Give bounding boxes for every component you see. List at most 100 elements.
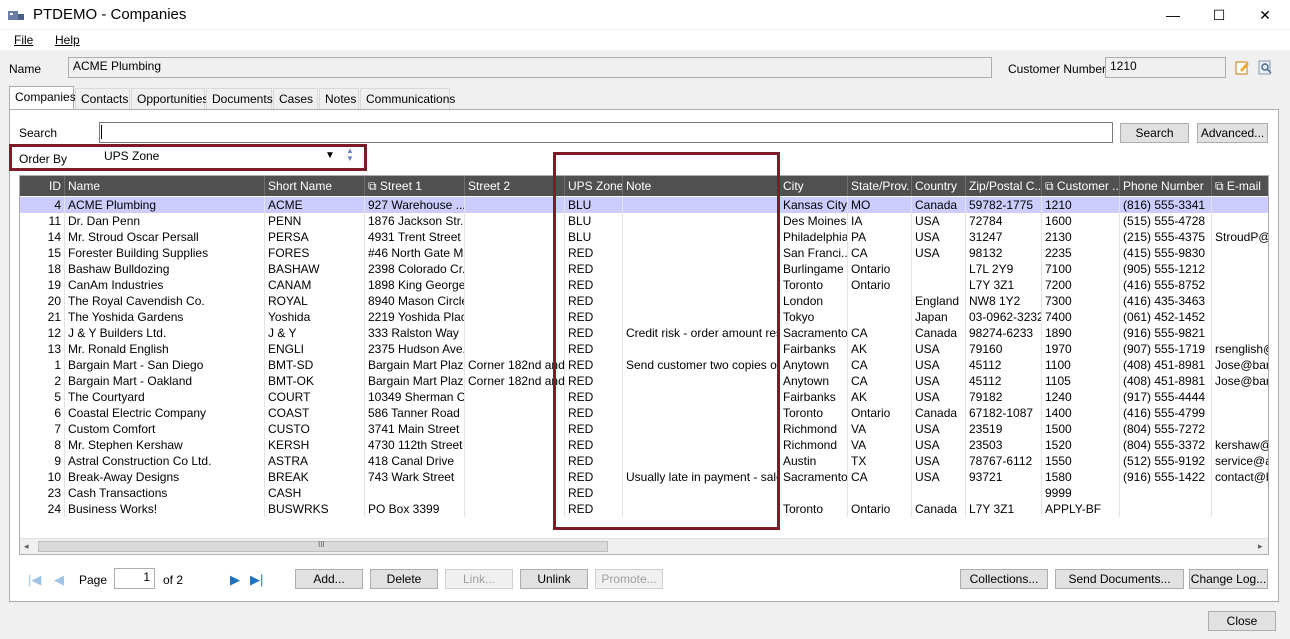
cell-phone: (816) 555-3341: [1120, 197, 1212, 213]
cell-street1: 2375 Hudson Ave...: [365, 341, 465, 357]
column-header-country[interactable]: Country: [912, 176, 966, 196]
menu-file[interactable]: File: [14, 33, 33, 47]
cell-street1: 3741 Main Street: [365, 421, 465, 437]
cell-customer-number: 1890: [1042, 325, 1120, 341]
menu-bar: [0, 30, 1290, 50]
cell-email: [1212, 197, 1268, 213]
cell-state: CA: [848, 245, 912, 261]
sort-direction-icon[interactable]: ▲ ▼: [346, 147, 354, 163]
change-log-button[interactable]: Change Log...: [1189, 569, 1268, 589]
cell-street1: 8940 Mason Circle: [365, 293, 465, 309]
cell-email: [1212, 245, 1268, 261]
column-header-short-name[interactable]: Short Name: [265, 176, 365, 196]
send-documents-button[interactable]: Send Documents...: [1055, 569, 1184, 589]
minimize-button[interactable]: —: [1150, 0, 1196, 30]
ups-zone-note-highlight: [553, 152, 780, 530]
column-header-zip[interactable]: Zip/Postal C...: [966, 176, 1042, 196]
column-header-label: Phone Number: [1123, 179, 1204, 193]
cell-country: [912, 261, 966, 277]
column-header-name[interactable]: Name: [65, 176, 265, 196]
cell-country: USA: [912, 453, 966, 469]
prev-page-icon[interactable]: ◀: [54, 572, 64, 588]
cell-street2: [465, 437, 565, 453]
maximize-button[interactable]: ☐: [1196, 0, 1242, 30]
tab-communications[interactable]: Communications: [360, 88, 455, 109]
cell-phone: (416) 555-4799: [1120, 405, 1212, 421]
cell-email: service@as: [1212, 453, 1268, 469]
next-page-icon[interactable]: ▶: [230, 572, 240, 588]
cell-state: [848, 293, 912, 309]
cell-country: USA: [912, 213, 966, 229]
cell-state: CA: [848, 373, 912, 389]
column-header-state[interactable]: State/Prov.: [848, 176, 912, 196]
cell-zip: 72784: [966, 213, 1042, 229]
cell-id: 23: [20, 485, 65, 501]
column-header-id[interactable]: ID: [20, 176, 65, 196]
advanced-search-button[interactable]: Advanced...: [1197, 123, 1268, 143]
scroll-right-icon[interactable]: ▸: [1258, 541, 1263, 552]
cell-state: [848, 485, 912, 501]
cell-customer-number: 1100: [1042, 357, 1120, 373]
name-field[interactable]: ACME Plumbing: [68, 57, 992, 78]
cell-state: [848, 309, 912, 325]
column-header-street2[interactable]: Street 2: [465, 176, 565, 196]
tab-opportunities[interactable]: Opportunities: [131, 88, 208, 109]
column-header-street1[interactable]: ⧉ Street 1: [365, 176, 465, 196]
horizontal-scrollbar[interactable]: ◂ III ▸: [20, 538, 1268, 554]
cell-email: contact@b: [1212, 469, 1268, 485]
cell-id: 9: [20, 453, 65, 469]
search-button[interactable]: Search: [1120, 123, 1189, 143]
order-by-select[interactable]: UPS Zone: [99, 148, 339, 167]
cell-street1: PO Box 3399: [365, 501, 465, 517]
column-header-label: Name: [68, 179, 101, 193]
column-header-phone[interactable]: Phone Number: [1120, 176, 1212, 196]
close-button[interactable]: Close: [1208, 611, 1276, 631]
page-count: of 2: [163, 573, 184, 587]
column-header-email[interactable]: ⧉ E-mail: [1212, 176, 1268, 196]
cell-customer-number: 1580: [1042, 469, 1120, 485]
search-input[interactable]: [99, 122, 1113, 143]
customer-number-field[interactable]: 1210: [1105, 57, 1226, 78]
cell-street1: #46 North Gate M...: [365, 245, 465, 261]
cell-street1: 418 Canal Drive: [365, 453, 465, 469]
chevron-down-icon[interactable]: ▼: [325, 150, 335, 161]
last-page-icon[interactable]: ▶|: [250, 572, 263, 588]
cell-country: USA: [912, 389, 966, 405]
unlink-button[interactable]: Unlink: [520, 569, 588, 589]
cell-state: VA: [848, 421, 912, 437]
cell-short-name: PERSA: [265, 229, 365, 245]
cell-country: USA: [912, 437, 966, 453]
cell-phone: (512) 555-9192: [1120, 453, 1212, 469]
scroll-left-icon[interactable]: ◂: [24, 541, 29, 552]
cell-phone: (804) 555-7272: [1120, 421, 1212, 437]
tab-documents[interactable]: Documents: [206, 88, 273, 109]
edit-note-icon[interactable]: [1235, 60, 1250, 75]
delete-button[interactable]: Delete: [370, 569, 438, 589]
add-button[interactable]: Add...: [295, 569, 363, 589]
cell-street1: 4931 Trent Street: [365, 229, 465, 245]
cell-country: USA: [912, 373, 966, 389]
first-page-icon[interactable]: |◀: [28, 572, 41, 588]
cell-city: Anytown: [780, 373, 848, 389]
column-header-customer-number[interactable]: ⧉ Customer ...: [1042, 176, 1120, 196]
collections-button[interactable]: Collections...: [960, 569, 1048, 589]
menu-help[interactable]: Help: [55, 33, 80, 47]
column-header-city[interactable]: City: [780, 176, 848, 196]
tab-notes[interactable]: Notes: [319, 88, 359, 109]
name-label: Name: [9, 62, 42, 76]
cell-phone: (061) 452-1452: [1120, 309, 1212, 325]
link-button[interactable]: Link...: [445, 569, 513, 589]
tab-companies[interactable]: Companies: [9, 86, 76, 110]
cell-customer-number: 7200: [1042, 277, 1120, 293]
close-window-button[interactable]: ✕: [1242, 0, 1288, 30]
page-number-input[interactable]: 1: [114, 568, 155, 589]
cell-street2: [465, 245, 565, 261]
promote-button[interactable]: Promote...: [595, 569, 663, 589]
cell-country: USA: [912, 469, 966, 485]
cell-email: [1212, 213, 1268, 229]
tab-contacts[interactable]: Contacts: [75, 88, 130, 109]
cell-short-name: ACME: [265, 197, 365, 213]
cell-zip: 31247: [966, 229, 1042, 245]
tab-cases[interactable]: Cases: [273, 88, 318, 109]
lookup-icon[interactable]: [1258, 60, 1273, 75]
